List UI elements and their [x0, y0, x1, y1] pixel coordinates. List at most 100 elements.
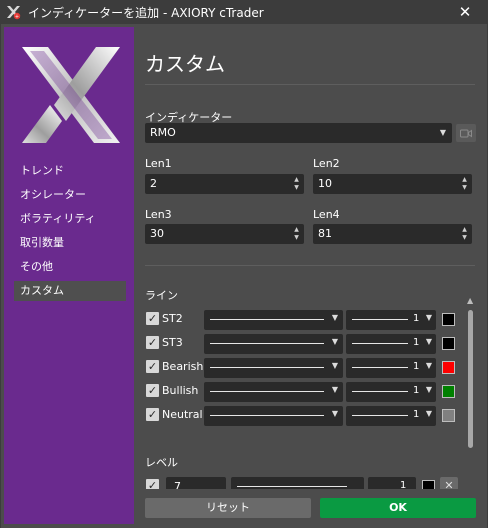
- ok-button[interactable]: OK: [320, 498, 476, 518]
- close-icon: ✕: [458, 3, 472, 21]
- len1-value: 2: [150, 177, 157, 190]
- line-style-select[interactable]: ▼: [204, 406, 343, 426]
- chevron-down-icon[interactable]: ▼: [294, 185, 299, 191]
- line-style-select[interactable]: ▼: [204, 334, 343, 354]
- level-width-select[interactable]: 1: [368, 477, 416, 489]
- level-visible-checkbox[interactable]: ✓: [146, 479, 159, 489]
- scrollbar[interactable]: ▲: [467, 296, 475, 516]
- level-style-select[interactable]: [231, 477, 364, 489]
- sidebar-item-volume[interactable]: 取引数量: [14, 233, 126, 253]
- sidebar-item-oscillator[interactable]: オシレーター: [14, 185, 126, 205]
- line-width-preview: [352, 343, 408, 344]
- len4-stepper[interactable]: ▲ ▼: [461, 227, 468, 241]
- len1-stepper[interactable]: ▲ ▼: [293, 177, 300, 191]
- line-name: Neutral: [162, 408, 203, 421]
- line-style-preview: [210, 343, 324, 344]
- line-visible-checkbox[interactable]: ✓: [146, 360, 159, 373]
- line-style-select[interactable]: ▼: [204, 358, 343, 378]
- sidebar-item-trend[interactable]: トレンド: [14, 161, 126, 181]
- chevron-up-icon[interactable]: ▲: [294, 177, 299, 183]
- chevron-down-icon: ▼: [425, 361, 432, 370]
- title-divider: [145, 84, 475, 85]
- sidebar-item-other[interactable]: その他: [14, 257, 126, 277]
- line-style-preview: [210, 391, 324, 392]
- remove-level-button[interactable]: ✕: [440, 477, 458, 489]
- sidebar-item-volatility[interactable]: ボラティリティ: [14, 209, 126, 229]
- len2-value: 10: [318, 177, 332, 190]
- line-width-preview: [352, 391, 408, 392]
- line-color-swatch[interactable]: [442, 313, 455, 326]
- scrollbar-thumb[interactable]: [468, 310, 473, 448]
- sidebar-item-custom[interactable]: カスタム: [14, 281, 126, 301]
- chevron-down-icon[interactable]: ▼: [462, 235, 467, 241]
- line-style-select[interactable]: ▼: [204, 382, 343, 402]
- chevron-down-icon[interactable]: ▼: [294, 235, 299, 241]
- reset-button[interactable]: リセット: [145, 498, 311, 518]
- line-width-value: 1: [413, 313, 420, 324]
- lines-section-label: ライン: [145, 289, 178, 302]
- line-row-bullish: ✓ Bullish ▼ 1 ▼: [146, 382, 461, 402]
- line-width-select[interactable]: 1 ▼: [346, 382, 436, 402]
- chevron-up-icon[interactable]: ▲: [462, 177, 467, 183]
- chevron-down-icon: ▼: [331, 361, 338, 370]
- level-color-swatch[interactable]: [422, 480, 435, 489]
- line-style-preview: [210, 319, 324, 320]
- line-color-swatch[interactable]: [442, 409, 455, 422]
- len3-value: 30: [150, 227, 164, 240]
- line-width-value: 1: [413, 409, 420, 420]
- indicator-select[interactable]: RMO ▼: [145, 123, 452, 143]
- dialog-body: トレンド オシレーター ボラティリティ 取引数量 その他 カスタム カスタム イ…: [1, 24, 487, 528]
- len2-input[interactable]: 10 ▲ ▼: [313, 174, 472, 194]
- line-style-select[interactable]: ▼: [204, 310, 343, 330]
- page-title: カスタム: [145, 52, 225, 76]
- len1-label: Len1: [145, 157, 172, 170]
- line-name: ST3: [162, 336, 183, 349]
- line-color-swatch[interactable]: [442, 361, 455, 374]
- indicator-value: RMO: [150, 126, 176, 139]
- chevron-down-icon: ▼: [425, 337, 432, 346]
- level-value-input[interactable]: 7: [166, 477, 226, 489]
- level-row-partial: ✓ 7 1 ✕: [146, 477, 461, 489]
- ctrader-app-icon: +: [5, 4, 21, 20]
- line-width-select[interactable]: 1 ▼: [346, 406, 436, 426]
- len4-value: 81: [318, 227, 332, 240]
- camera-button[interactable]: [456, 124, 476, 142]
- line-width-select[interactable]: 1 ▼: [346, 310, 436, 330]
- line-width-select[interactable]: 1 ▼: [346, 358, 436, 378]
- line-color-swatch[interactable]: [442, 385, 455, 398]
- line-visible-checkbox[interactable]: ✓: [146, 408, 159, 421]
- scroll-up-icon[interactable]: ▲: [467, 296, 473, 305]
- chevron-down-icon: ▼: [331, 409, 338, 418]
- line-style-preview: [210, 367, 324, 368]
- line-row-neutral: ✓ Neutral ▼ 1 ▼: [146, 406, 461, 426]
- chevron-up-icon[interactable]: ▲: [462, 227, 467, 233]
- level-width-value: 1: [400, 480, 407, 489]
- line-width-preview: [352, 367, 408, 368]
- len3-stepper[interactable]: ▲ ▼: [293, 227, 300, 241]
- close-button[interactable]: ✕: [442, 0, 488, 24]
- len3-label: Len3: [145, 208, 172, 221]
- line-visible-checkbox[interactable]: ✓: [146, 384, 159, 397]
- line-visible-checkbox[interactable]: ✓: [146, 312, 159, 325]
- line-color-swatch[interactable]: [442, 337, 455, 350]
- line-name: Bullish: [162, 384, 199, 397]
- chevron-up-icon[interactable]: ▲: [294, 227, 299, 233]
- line-name: Bearish: [162, 360, 204, 373]
- line-style-preview: [210, 415, 324, 416]
- line-row-st2: ✓ ST2 ▼ 1 ▼: [146, 310, 461, 330]
- len3-input[interactable]: 30 ▲ ▼: [145, 224, 304, 244]
- levels-section-label: レベル: [145, 456, 178, 469]
- chevron-down-icon: ▼: [439, 128, 446, 137]
- chevron-down-icon: ▼: [331, 337, 338, 346]
- line-width-select[interactable]: 1 ▼: [346, 334, 436, 354]
- close-icon: ✕: [444, 479, 454, 489]
- chevron-down-icon: ▼: [425, 385, 432, 394]
- chevron-down-icon[interactable]: ▼: [462, 185, 467, 191]
- len1-input[interactable]: 2 ▲ ▼: [145, 174, 304, 194]
- line-visible-checkbox[interactable]: ✓: [146, 336, 159, 349]
- len4-input[interactable]: 81 ▲ ▼: [313, 224, 472, 244]
- window-title: インディケーターを追加 - AXIORY cTrader: [28, 6, 264, 20]
- line-width-preview: [352, 415, 408, 416]
- chevron-down-icon: ▼: [425, 409, 432, 418]
- len2-stepper[interactable]: ▲ ▼: [461, 177, 468, 191]
